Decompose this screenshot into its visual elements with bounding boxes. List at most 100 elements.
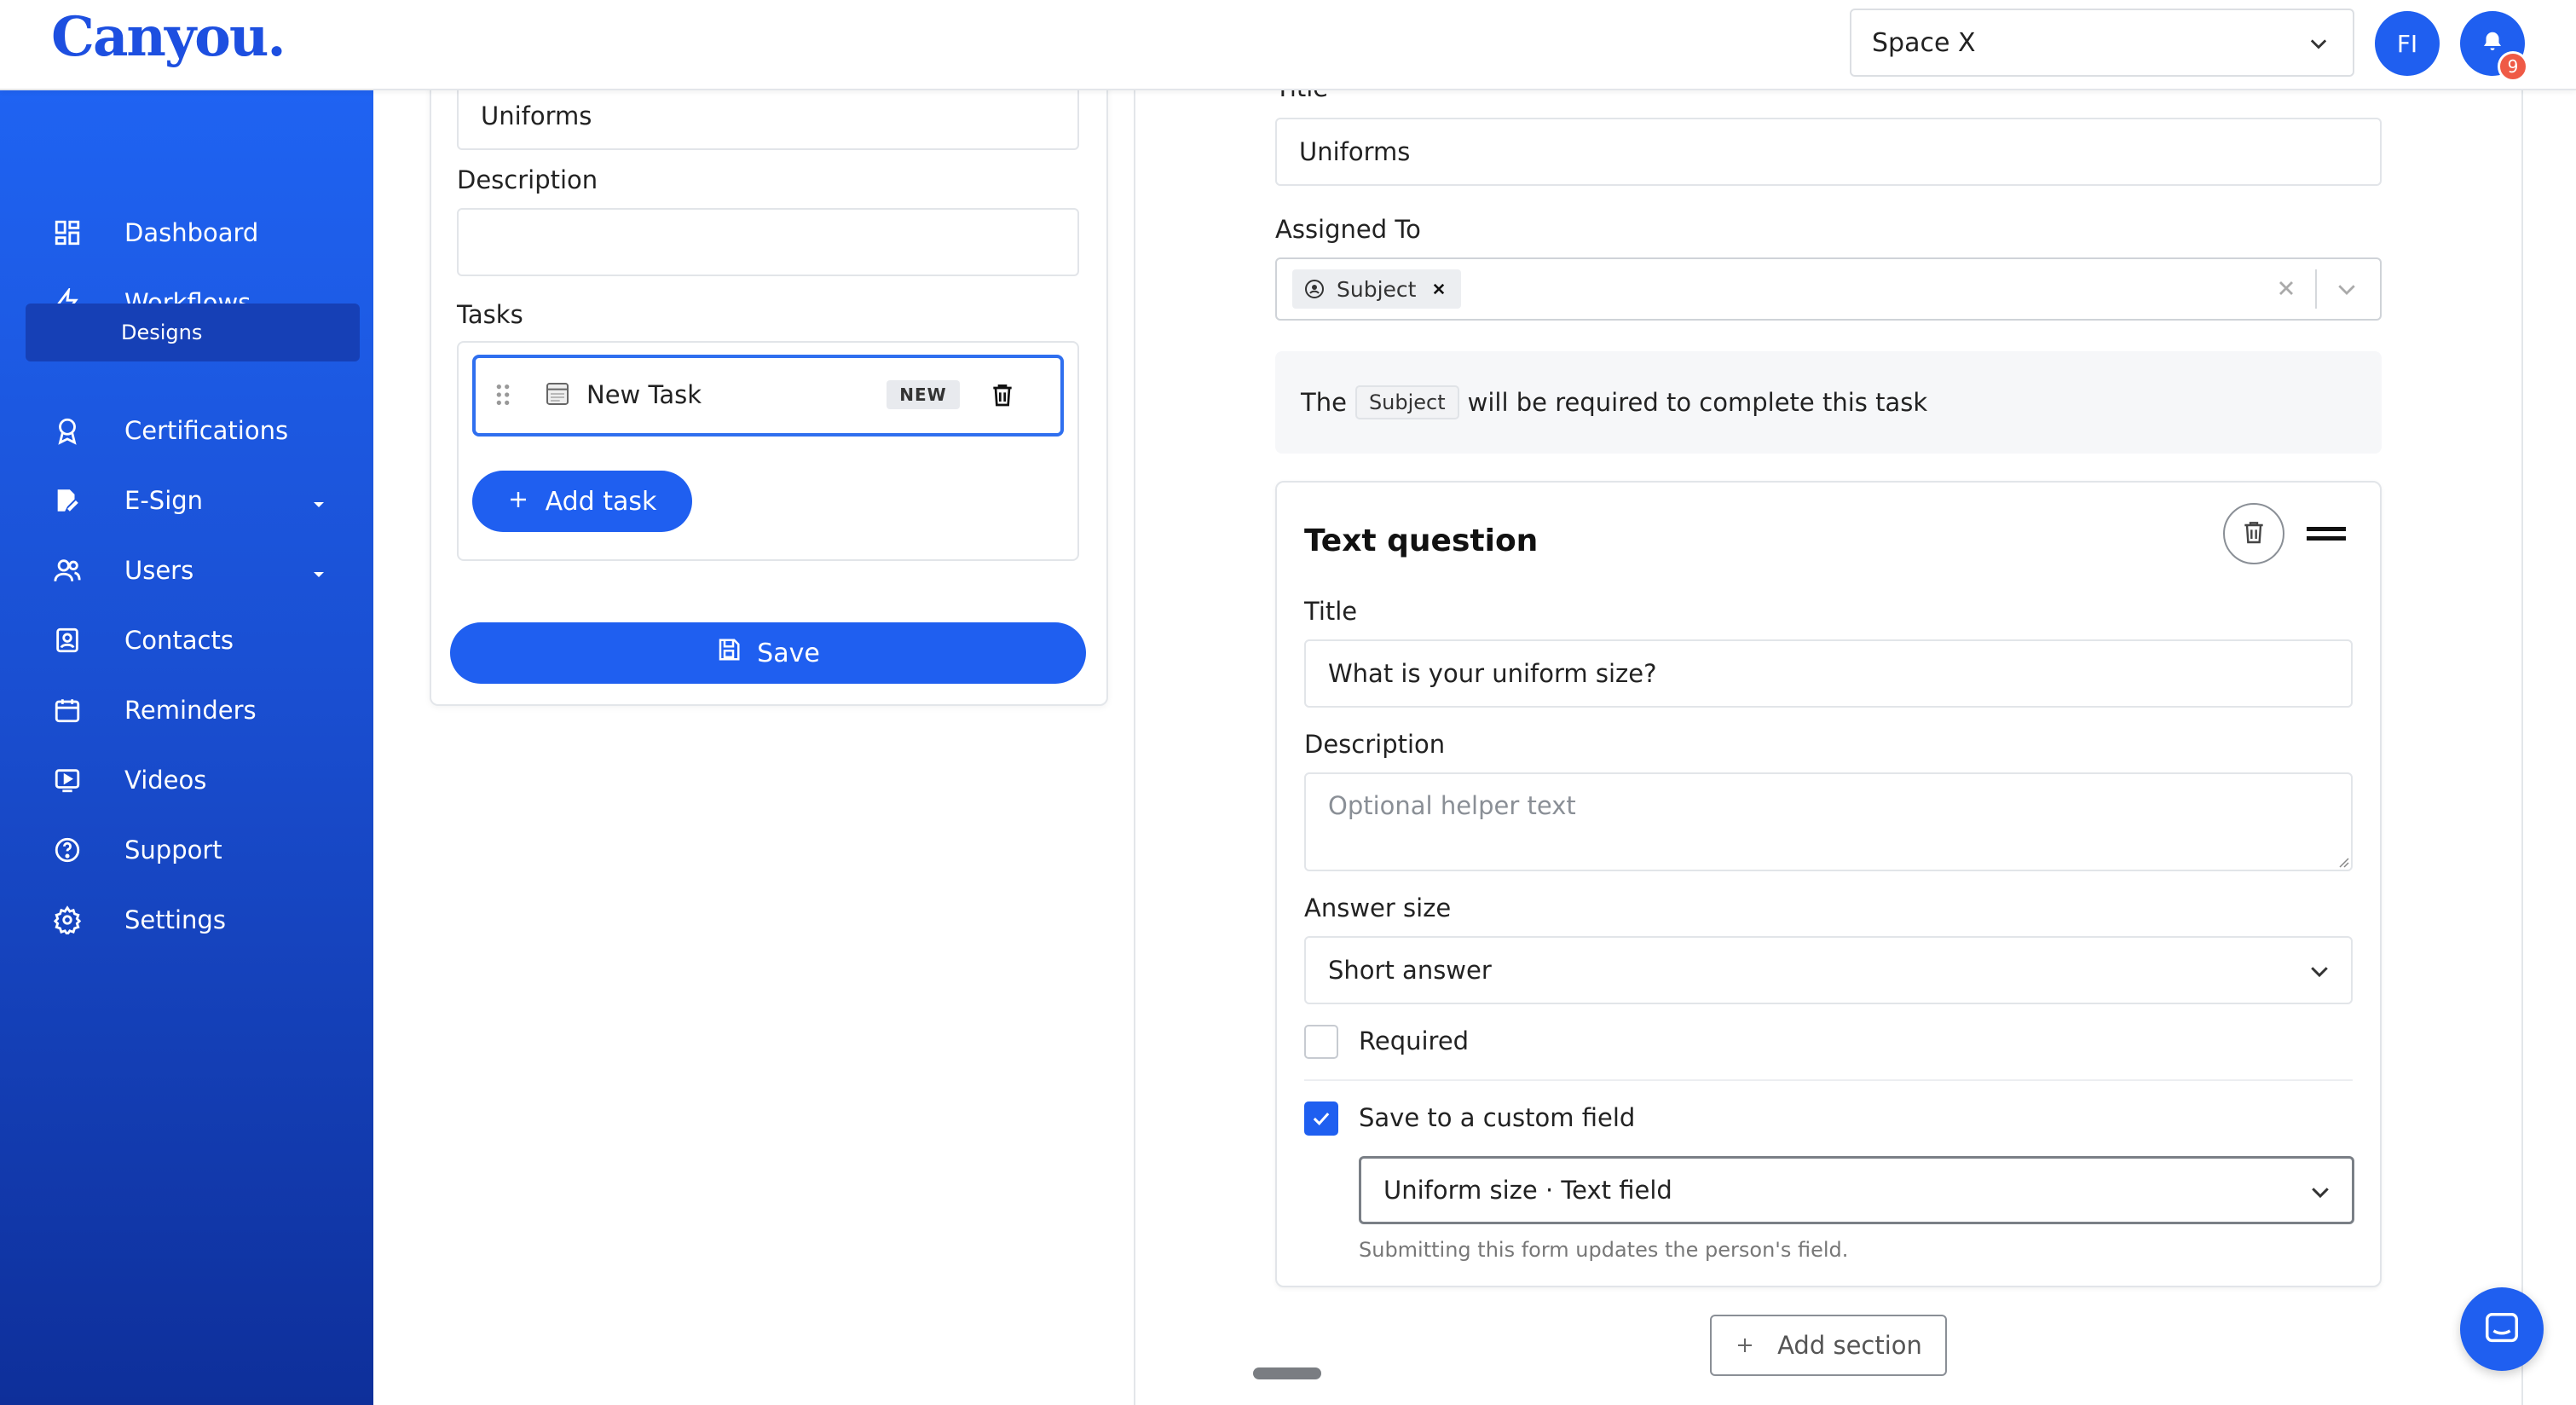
sidebar-item-videos[interactable]: Videos	[0, 750, 373, 810]
info-subject-chip: Subject	[1354, 385, 1459, 419]
plus-icon	[508, 487, 528, 517]
chat-icon	[2482, 1310, 2521, 1349]
section-divider	[1304, 1079, 2353, 1081]
answer-size-select[interactable]: Short answer	[1304, 936, 2353, 1004]
sidebar-item-label: Dashboard	[124, 218, 259, 247]
drag-handle-icon[interactable]	[494, 382, 511, 411]
sidebar-item-reminders[interactable]: Reminders	[0, 680, 373, 740]
assignment-info-box: The Subject will be required to complete…	[1275, 351, 2382, 454]
task-title-value: Uniforms	[1299, 137, 1411, 166]
sidebar-item-label: Settings	[124, 905, 226, 934]
chevron-down-icon	[2307, 32, 2331, 63]
chevron-down-icon	[2307, 1179, 2333, 1205]
person-pin-icon	[1304, 279, 1325, 299]
sidebar-item-certifications[interactable]: Certifications	[0, 401, 373, 460]
task-title-input[interactable]: Uniforms	[1275, 118, 2382, 186]
required-checkbox[interactable]	[1304, 1025, 1338, 1059]
sidebar-item-settings[interactable]: Settings	[0, 890, 373, 950]
answer-size-label: Answer size	[1304, 893, 1452, 922]
bell-icon	[2480, 29, 2505, 58]
custom-field-label: Save to a custom field	[1359, 1103, 1636, 1132]
description-label: Description	[457, 165, 598, 194]
add-section-label: Add section	[1777, 1331, 1922, 1360]
question-description-label: Description	[1304, 730, 1446, 759]
assigned-to-label: Assigned To	[1275, 215, 1421, 244]
sidebar-item-dashboard[interactable]: Dashboard	[0, 203, 373, 263]
grid-icon	[53, 218, 82, 247]
users-icon	[53, 556, 82, 585]
delete-question-button[interactable]	[2223, 503, 2284, 564]
required-label: Required	[1359, 1026, 1470, 1055]
trash-icon[interactable]	[989, 380, 1016, 413]
info-prefix: The	[1301, 388, 1347, 417]
save-button[interactable]: Save	[450, 622, 1086, 684]
save-icon	[716, 637, 742, 669]
question-title-input[interactable]: What is your uniform size?	[1304, 639, 2353, 708]
tasks-label: Tasks	[457, 300, 523, 329]
select-divider	[2315, 269, 2317, 309]
clear-selection-icon[interactable]	[2274, 276, 2298, 304]
sidebar-item-label: E-Sign	[124, 486, 204, 515]
award-icon	[53, 416, 82, 445]
remove-chip-icon[interactable]	[1431, 281, 1447, 297]
signature-icon	[53, 486, 82, 515]
question-title-value: What is your uniform size?	[1328, 659, 1657, 688]
add-task-label: Add task	[545, 486, 657, 517]
chevron-down-icon[interactable]	[2334, 276, 2359, 305]
new-badge: NEW	[887, 380, 960, 409]
custom-field-checkbox[interactable]	[1304, 1101, 1338, 1136]
assignee-chip: Subject	[1292, 269, 1461, 309]
sidebar-item-support[interactable]: Support	[0, 820, 373, 880]
sidebar: Dashboard Workflows Designs Certificatio…	[0, 90, 373, 1405]
sidebar-item-label: Certifications	[124, 416, 289, 445]
help-icon	[53, 835, 82, 864]
space-selector[interactable]: Space X	[1850, 9, 2354, 77]
custom-field-select[interactable]: Uniform size · Text field	[1359, 1156, 2354, 1224]
sidebar-item-label: Users	[124, 556, 194, 585]
sidebar-item-label: Reminders	[124, 696, 257, 725]
notification-count-badge: 9	[2498, 51, 2528, 82]
form-task-icon	[544, 380, 571, 411]
sidebar-item-users[interactable]: Users	[0, 541, 373, 600]
sidebar-item-esign[interactable]: E-Sign	[0, 471, 373, 530]
sidebar-item-label: Contacts	[124, 626, 234, 655]
drag-handle-icon[interactable]	[2307, 523, 2346, 547]
horizontal-scrollbar[interactable]	[1253, 1367, 1321, 1379]
plus-icon	[1735, 1335, 1755, 1356]
canyou-logo[interactable]: Canyou.	[51, 5, 286, 69]
resize-handle-icon[interactable]	[2336, 854, 2349, 871]
info-suffix: will be required to complete this task	[1467, 388, 1928, 417]
chevron-down-icon	[2307, 958, 2332, 984]
video-icon	[53, 766, 82, 795]
workflow-title-input[interactable]: Uniforms	[457, 82, 1079, 150]
question-heading: Text question	[1304, 523, 1539, 558]
caret-down-icon	[312, 486, 326, 515]
sidebar-subitem-designs[interactable]: Designs	[26, 304, 360, 361]
sidebar-item-label: Videos	[124, 766, 207, 795]
chat-support-button[interactable]	[2460, 1287, 2544, 1371]
space-selector-value: Space X	[1872, 27, 1976, 58]
user-avatar[interactable]: FI	[2375, 11, 2440, 76]
contacts-icon	[53, 626, 82, 655]
workflow-description-input[interactable]	[457, 208, 1079, 276]
gear-icon	[53, 905, 82, 937]
answer-size-value: Short answer	[1328, 956, 1492, 985]
add-task-button[interactable]: Add task	[472, 471, 692, 532]
custom-field-helper: Submitting this form updates the person'…	[1359, 1238, 1849, 1262]
question-description-placeholder: Optional helper text	[1328, 791, 1576, 820]
caret-down-icon	[312, 556, 326, 585]
sidebar-item-contacts[interactable]: Contacts	[0, 610, 373, 670]
question-description-textarea[interactable]: Optional helper text	[1304, 772, 2353, 871]
assignee-chip-label: Subject	[1337, 276, 1417, 302]
save-label: Save	[757, 638, 820, 668]
sidebar-item-label: Support	[124, 835, 222, 864]
checkmark-icon	[1309, 1107, 1333, 1130]
custom-field-value: Uniform size · Text field	[1383, 1176, 1672, 1205]
workflow-title-value: Uniforms	[481, 101, 592, 130]
task-name: New Task	[586, 380, 702, 409]
add-section-button[interactable]: Add section	[1710, 1315, 1947, 1376]
trash-icon	[2240, 517, 2267, 550]
top-header: Canyou. Space X FI 9	[0, 0, 2576, 90]
question-title-label: Title	[1304, 597, 1358, 626]
calendar-icon	[53, 696, 82, 725]
